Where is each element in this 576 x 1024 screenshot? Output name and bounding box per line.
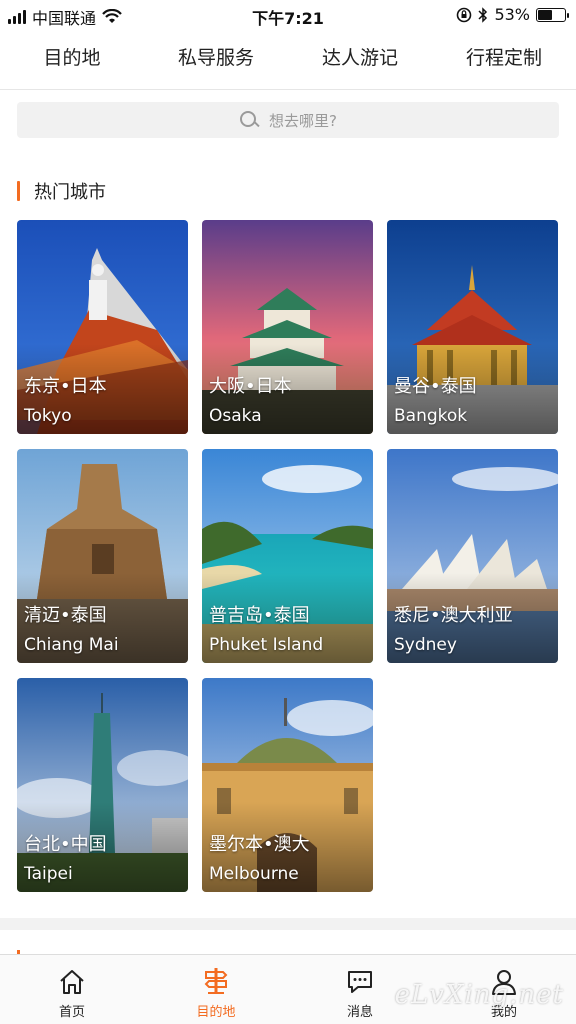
message-icon: [348, 971, 372, 993]
city-name-en: Tokyo: [24, 406, 72, 426]
city-grid: 东京•日本 Tokyo 大阪•日本 Osaka 曼谷•泰国 Bangkok 清迈…: [17, 220, 559, 892]
city-card-taipei[interactable]: 台北•中国 Taipei: [17, 678, 188, 892]
section-accent-bar: [17, 181, 20, 201]
home-icon: [60, 970, 84, 994]
city-name-en: Phuket Island: [209, 635, 324, 655]
city-name-cn: 台北•中国: [24, 834, 107, 855]
nav-messages-label: 消息: [346, 1005, 373, 1020]
tab-travel-notes[interactable]: 达人游记: [288, 30, 432, 89]
city-name-en: Bangkok: [394, 406, 468, 426]
rotation-lock-icon: [457, 7, 472, 22]
city-name-en: Melbourne: [209, 864, 299, 884]
battery-icon: [536, 7, 569, 22]
city-card-tokyo[interactable]: 东京•日本 Tokyo: [17, 220, 188, 434]
search-icon: [239, 110, 259, 130]
city-card-phuket[interactable]: 普吉岛•泰国 Phuket Island: [202, 449, 373, 663]
tab-private-guide[interactable]: 私导服务: [144, 30, 288, 89]
city-name-cn: 墨尔本•澳大: [209, 834, 310, 855]
city-card-osaka[interactable]: 大阪•日本 Osaka: [202, 220, 373, 434]
city-name-cn: 清迈•泰国: [24, 605, 107, 626]
city-name-en: Osaka: [209, 406, 262, 426]
status-right: 53%: [456, 5, 569, 24]
tab-destination[interactable]: 目的地: [0, 30, 144, 89]
nav-destination[interactable]: 目的地: [144, 955, 288, 1024]
watermark: eLvXing.net: [394, 980, 564, 1010]
city-name-en: Sydney: [394, 635, 457, 655]
city-card-bangkok[interactable]: 曼谷•泰国 Bangkok: [387, 220, 558, 434]
city-name-cn: 普吉岛•泰国: [209, 605, 310, 626]
city-card-chiang-mai[interactable]: 清迈•泰国 Chiang Mai: [17, 449, 188, 663]
section-divider: [0, 918, 576, 930]
nav-home[interactable]: 首页: [0, 955, 144, 1024]
search-placeholder: 想去哪里?: [269, 111, 337, 130]
city-name-cn: 东京•日本: [24, 376, 107, 397]
section-title: 热门城市: [34, 182, 106, 203]
status-bar: 中国联通 下午7:21 53%: [0, 0, 576, 30]
city-name-cn: 曼谷•泰国: [394, 376, 477, 397]
tab-custom-itinerary[interactable]: 行程定制: [432, 30, 576, 89]
city-name-en: Taipei: [24, 864, 73, 884]
section-heading: 热门城市: [17, 178, 106, 204]
search-input[interactable]: 想去哪里?: [17, 102, 559, 138]
signpost-icon: [204, 968, 228, 994]
top-tabs: 目的地 私导服务 达人游记 行程定制: [0, 30, 576, 90]
bluetooth-icon: [478, 6, 488, 23]
city-name-cn: 大阪•日本: [209, 376, 292, 397]
nav-home-label: 首页: [58, 1005, 85, 1020]
nav-destination-label: 目的地: [196, 1005, 236, 1020]
city-name-en: Chiang Mai: [24, 635, 119, 655]
city-card-sydney[interactable]: 悉尼•澳大利亚 Sydney: [387, 449, 558, 663]
city-name-cn: 悉尼•澳大利亚: [394, 605, 513, 626]
battery-percent: 53%: [494, 5, 530, 24]
city-card-melbourne[interactable]: 墨尔本•澳大 Melbourne: [202, 678, 373, 892]
